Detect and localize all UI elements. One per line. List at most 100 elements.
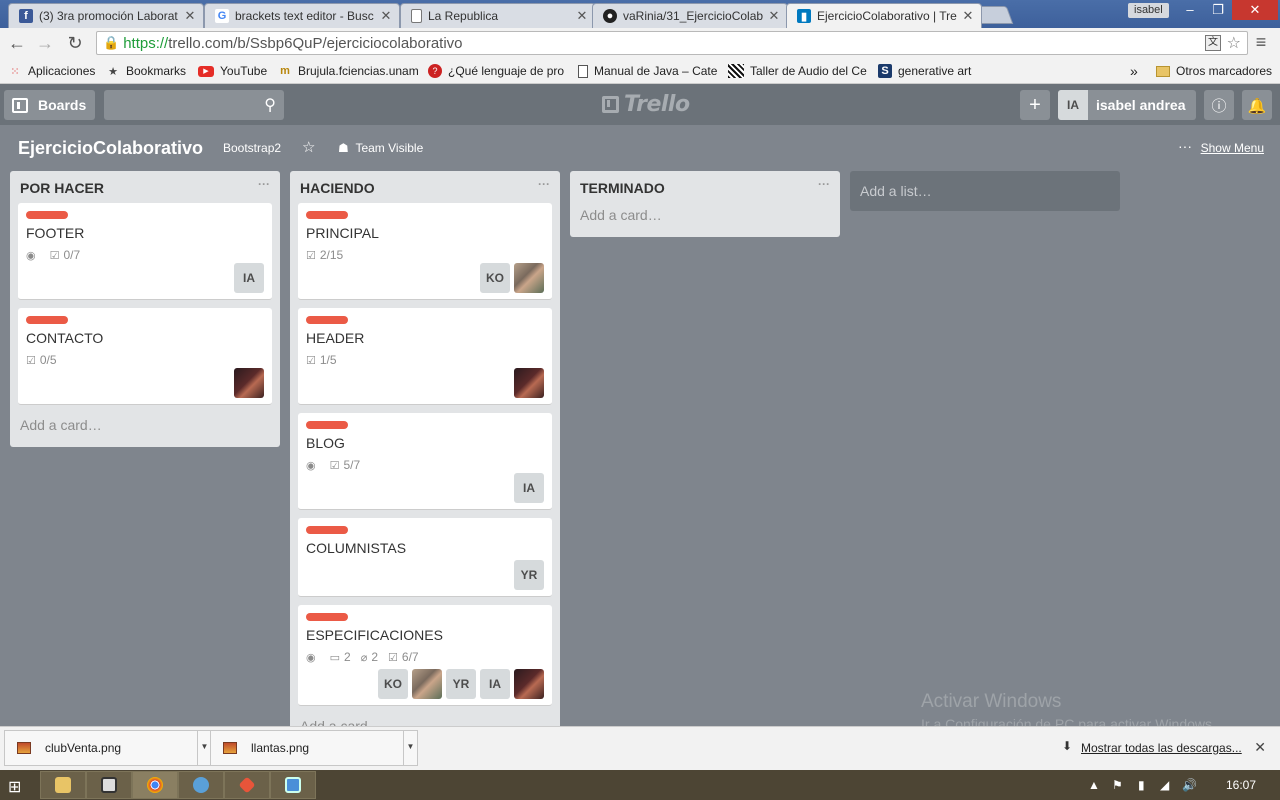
bookmark-brujula[interactable]: m Brujula.fciencias.unam [278,63,419,79]
bookmark-apps[interactable]: ⁙ Aplicaciones [8,63,95,79]
list-header[interactable]: TERMINADO ··· [570,171,840,203]
card-label-red [306,316,348,324]
member-avatar[interactable]: YR [446,669,476,699]
windows-start-icon[interactable]: ⊞ [8,777,21,797]
back-arrow-icon[interactable]: ← [6,32,28,54]
board-title[interactable]: EjercicioColaborativo [18,138,203,159]
search-input[interactable]: ⚲ [104,90,284,120]
show-all-downloads-link[interactable]: Mostrar todas las descargas... [1081,741,1242,755]
boards-button[interactable]: Boards [4,90,95,120]
list-menu-icon[interactable]: ··· [258,177,270,191]
card-header[interactable]: HEADER ☑ 1/5 [298,308,552,405]
list-header[interactable]: POR HACER ··· [10,171,280,203]
add-button[interactable]: + [1020,90,1050,120]
browser-tab-trello[interactable]: ▮ EjercicioColaborativo | Tre ✕ [786,3,982,28]
add-card-button[interactable]: Add a card… [570,203,840,237]
taskbar-git[interactable] [224,771,270,799]
search-icon[interactable]: ⚲ [264,95,276,115]
close-icon[interactable]: ✕ [1254,739,1266,756]
bookmark-audio[interactable]: Taller de Audio del Ce [728,63,867,79]
taskbar-chrome[interactable] [132,771,178,799]
show-menu-link[interactable]: Show Menu [1201,141,1264,155]
bookmark-other[interactable]: Otros marcadores [1156,63,1272,79]
chevron-down-icon[interactable]: ▼ [403,731,417,765]
bookmark-star-icon[interactable]: ☆ [1227,33,1241,53]
taskbar-app[interactable] [86,771,132,799]
bookmark-bookmarks[interactable]: ★ Bookmarks [106,63,186,79]
tray-chevron-icon[interactable]: ▲ [1088,778,1100,792]
member-menu-button[interactable]: IA isabel andrea [1058,90,1196,120]
volume-icon[interactable]: 🔊 [1182,778,1197,792]
member-photo-avatar[interactable] [514,669,544,699]
battery-icon[interactable]: ▮ [1138,778,1145,792]
wifi-icon[interactable]: ◢ [1160,778,1169,792]
member-avatar[interactable]: IA [514,473,544,503]
card-columnistas[interactable]: COLUMNISTAS YR [298,518,552,597]
member-avatar[interactable]: YR [514,560,544,590]
add-card-button[interactable]: Add a card… [10,413,280,447]
add-list-button[interactable]: Add a list… [850,171,1120,211]
close-icon[interactable]: ✕ [183,8,197,24]
watch-badge: ◉ [306,651,320,664]
member-photo-avatar[interactable] [514,368,544,398]
browser-tab-larepublica[interactable]: La Republica ✕ [400,3,596,28]
list-title[interactable]: TERMINADO [580,180,665,196]
download-item[interactable]: llantas.png ▼ [210,730,418,766]
translate-icon[interactable]: 文 [1205,35,1221,51]
card-blog[interactable]: BLOG ◉ ☑ 5/7 IA [298,413,552,510]
chevron-down-icon[interactable]: ▼ [197,731,211,765]
card-footer[interactable]: FOOTER ◉ ☑ 0/7 IA [18,203,272,300]
more-bookmarks-icon[interactable]: » [1130,63,1138,79]
member-photo-avatar[interactable] [514,263,544,293]
browser-tab-facebook[interactable]: f (3) 3ra promoción Laborat ✕ [8,3,204,28]
member-avatar[interactable]: KO [378,669,408,699]
card-especificaciones[interactable]: ESPECIFICACIONES ◉ ▭ 2 ⌀ 2 ☑ 6/7 KO YR IA [298,605,552,706]
flag-icon[interactable]: ⚑ [1112,778,1123,792]
profile-badge[interactable]: isabel [1128,3,1169,18]
tab-title: La Republica [428,9,499,23]
info-button[interactable]: ⓘ [1204,90,1234,120]
browser-menu-icon[interactable]: ≡ [1252,32,1270,53]
window-close-icon[interactable]: ✕ [1232,0,1278,20]
team-name[interactable]: Bootstrap2 [223,141,281,155]
tab-title: EjercicioColaborativo | Tre [817,9,957,23]
bookmark-generative[interactable]: S generative art [878,63,971,79]
notifications-button[interactable]: 🔔 [1242,90,1272,120]
download-item[interactable]: clubVenta.png ▼ [4,730,212,766]
taskbar-paint[interactable] [178,771,224,799]
bookmark-java[interactable]: Manual de Java – Cate [578,63,717,79]
card-principal[interactable]: PRINCIPAL ☑ 2/15 KO [298,203,552,300]
list-title[interactable]: POR HACER [20,180,104,196]
member-photo-avatar[interactable] [234,368,264,398]
star-board-icon[interactable]: ☆ [302,138,315,156]
list-header[interactable]: HACIENDO ··· [290,171,560,203]
url-field[interactable]: 🔒 https:// trello.com/b/Ssbp6QuP/ejercic… [96,31,1248,55]
close-icon[interactable]: ✕ [767,8,781,24]
taskbar-window[interactable] [270,771,316,799]
taskbar-explorer[interactable] [40,771,86,799]
member-avatar[interactable]: IA [480,669,510,699]
close-icon[interactable]: ✕ [575,8,589,24]
trello-logo[interactable]: Trello [602,92,690,117]
menu-dots-icon[interactable]: ··· [1178,138,1192,154]
visibility-toggle[interactable]: ☗ Team Visible [338,141,423,155]
forward-arrow-icon[interactable]: → [34,32,56,54]
list-menu-icon[interactable]: ··· [818,177,830,191]
bookmark-youtube[interactable]: ▶ YouTube [198,63,267,79]
member-avatar[interactable]: KO [480,263,510,293]
list-title[interactable]: HACIENDO [300,180,375,196]
close-icon[interactable]: ✕ [961,8,975,24]
card-contacto[interactable]: CONTACTO ☑ 0/5 [18,308,272,405]
member-photo-avatar[interactable] [412,669,442,699]
maximize-icon[interactable]: ❐ [1204,0,1232,20]
list-menu-icon[interactable]: ··· [538,177,550,191]
bookmark-lenguaje[interactable]: ? ¿Qué lenguaje de pro [428,63,564,79]
minimize-icon[interactable]: – [1176,0,1204,20]
clock[interactable]: 16:07 [1226,778,1256,792]
close-icon[interactable]: ✕ [379,8,393,24]
member-avatar[interactable]: IA [234,263,264,293]
browser-tab-github[interactable]: ● vaRinia/31_EjercicioColab ✕ [592,3,788,28]
browser-tab-google[interactable]: G brackets text editor - Busc ✕ [204,3,400,28]
checklist-count: 0/7 [63,248,81,262]
reload-icon[interactable]: ↻ [64,32,86,54]
